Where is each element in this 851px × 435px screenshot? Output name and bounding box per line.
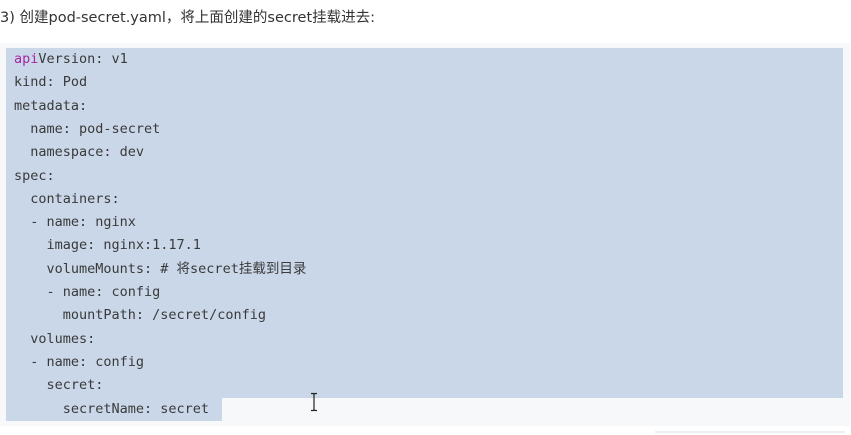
code-line-text: volumes: (14, 330, 96, 347)
code-line-text: - name: config (14, 353, 145, 370)
code-line-text: - name: nginx (14, 214, 136, 231)
code-line: volumes: (6, 328, 95, 351)
code-line-text: volumeMounts: # 将secret挂载到目录 (14, 260, 307, 277)
code-line-text: metadata: (14, 97, 88, 114)
code-line: volumeMounts: # 将secret挂载到目录 (6, 258, 307, 281)
code-line: containers: (6, 188, 119, 211)
code-line: - name: nginx (6, 211, 136, 234)
code-line-text: name: pod-secret (14, 120, 161, 137)
code-line-text: kind: Pod (14, 74, 88, 91)
code-line: - name: config (6, 351, 144, 374)
code-line: name: pod-secret (6, 118, 160, 141)
code-line-text: secret: (14, 377, 104, 394)
code-line: secret: (6, 374, 104, 397)
code-line: mountPath: /secret/config (6, 304, 266, 327)
code-line-text: mountPath: /secret/config (14, 307, 266, 324)
code-line-text: secretName: secret (14, 400, 210, 417)
code-keyword-prefix: api (14, 51, 39, 67)
code-line: metadata: (6, 95, 87, 118)
code-line: - name: config (6, 281, 161, 304)
code-line: spec: (6, 165, 55, 188)
code-line-text: Version: v1 (38, 51, 128, 67)
code-line-text: containers: (14, 190, 120, 207)
section-heading: 3) 创建pod-secret.yaml，将上面创建的secret挂载进去: (0, 10, 376, 26)
code-line: namespace: dev (6, 141, 144, 164)
divider (655, 431, 845, 433)
code-line-text: spec: (14, 167, 55, 184)
text-cursor-icon (311, 392, 317, 412)
code-line-text: - name: config (14, 284, 161, 300)
code-block[interactable]: apiVersion: v1 kind: Pod metadata: name:… (0, 43, 850, 426)
code-line-text: image: nginx:1.17.1 (14, 237, 201, 254)
code-line: kind: Pod (6, 71, 87, 94)
code-line: apiVersion: v1 (6, 48, 843, 71)
code-line: image: nginx:1.17.1 (6, 234, 201, 257)
code-line: secretName: secret (6, 398, 209, 421)
code-line-text: namespace: dev (14, 144, 145, 161)
